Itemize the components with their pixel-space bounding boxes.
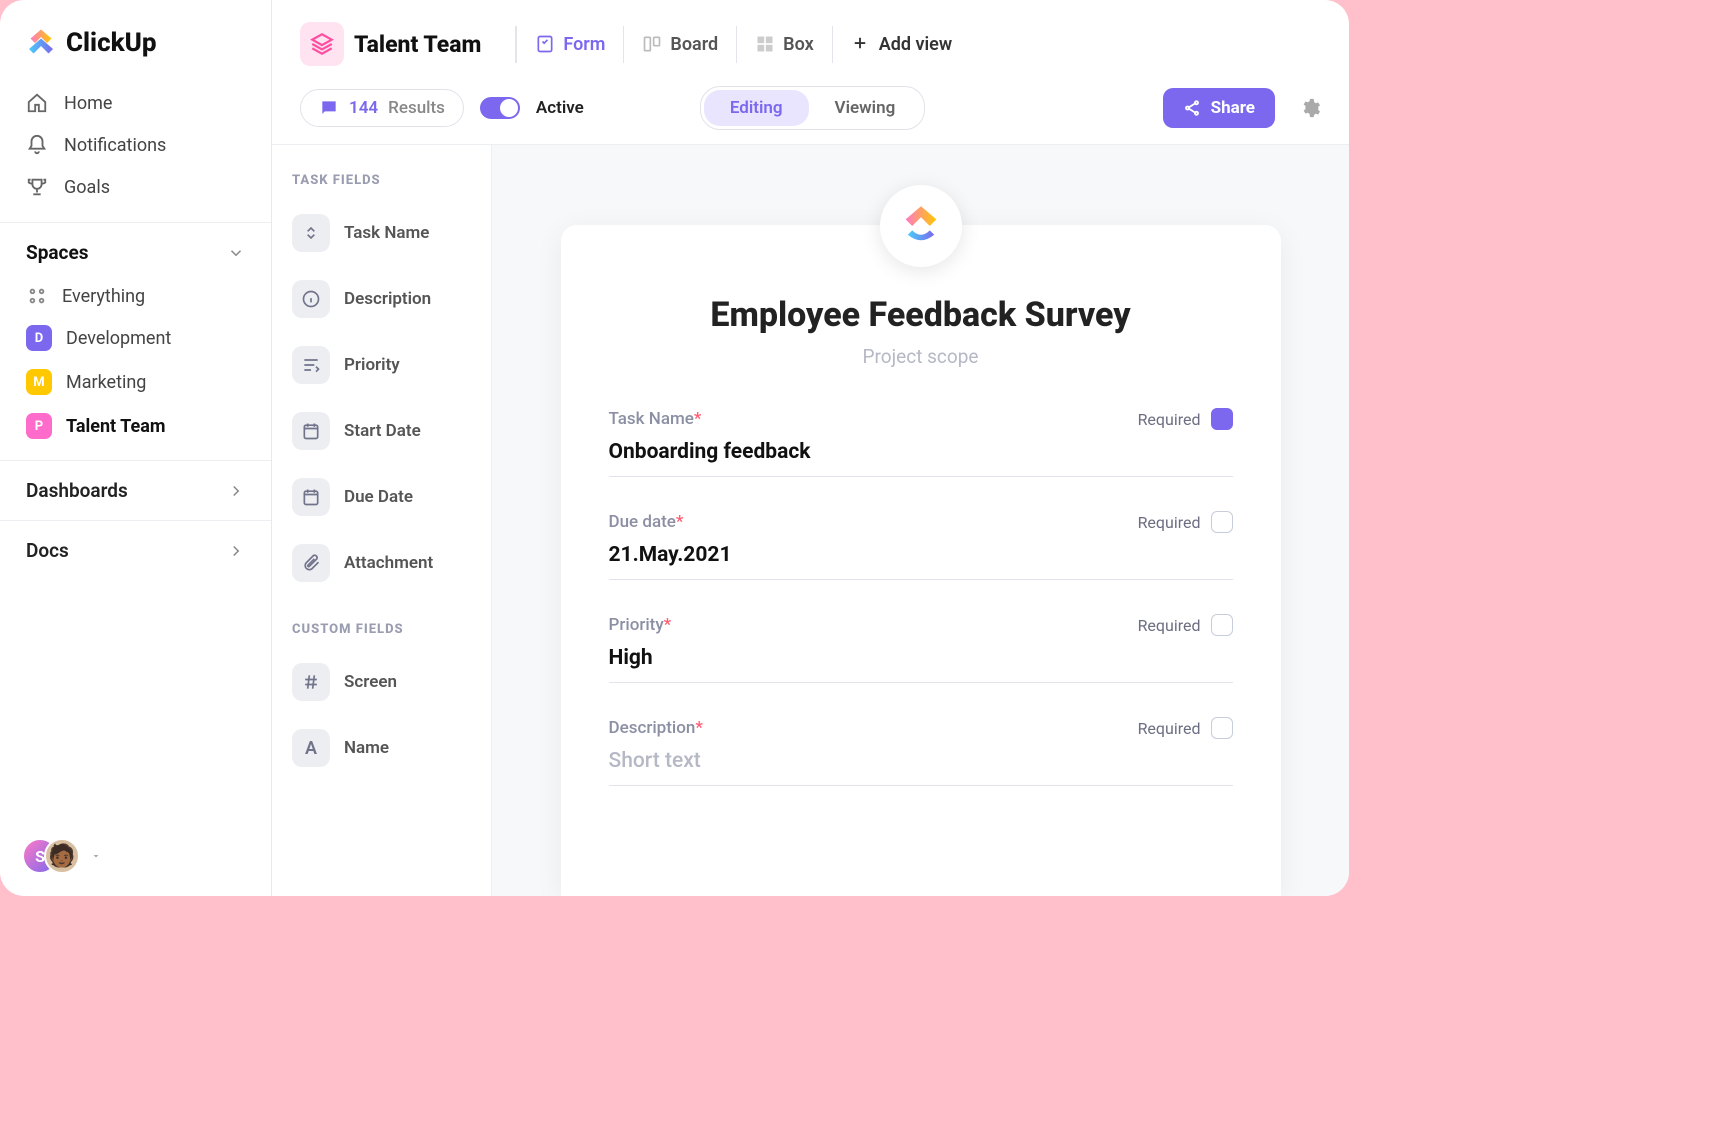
priority-icon — [292, 346, 330, 384]
spaces-header[interactable]: Spaces — [0, 223, 271, 272]
sidebar-item-development[interactable]: D Development — [10, 316, 261, 360]
settings-button[interactable] — [1299, 97, 1321, 119]
grid-icon — [26, 285, 48, 307]
logo-text: ClickUp — [66, 28, 157, 58]
field-value[interactable]: 21.May.2021 — [609, 533, 1233, 580]
required-checkbox[interactable] — [1211, 614, 1233, 636]
sidebar-item-everything[interactable]: Everything — [10, 276, 261, 316]
share-icon — [1183, 99, 1201, 117]
nav-label: Goals — [64, 177, 110, 198]
info-icon — [292, 280, 330, 318]
required-label: Required — [1138, 513, 1201, 532]
plus-icon — [851, 34, 871, 54]
task-name-icon — [292, 214, 330, 252]
active-toggle[interactable] — [480, 97, 520, 119]
trophy-icon — [26, 176, 48, 198]
required-label: Required — [1138, 410, 1201, 429]
nav-goals[interactable]: Goals — [10, 166, 261, 208]
nav-label: Notifications — [64, 135, 166, 156]
field-panel: TASK FIELDS Task Name Description Priori… — [272, 145, 492, 896]
chat-icon — [319, 98, 339, 118]
box-icon — [755, 34, 775, 54]
paperclip-icon — [292, 544, 330, 582]
space-badge: D — [26, 325, 52, 351]
toolbar: 144 Results Active Editing Viewing Share — [272, 76, 1349, 145]
required-checkbox[interactable] — [1211, 408, 1233, 430]
chevron-down-icon — [227, 244, 245, 262]
form-preview: Employee Feedback Survey Project scope T… — [492, 145, 1349, 896]
caret-down-icon — [90, 850, 102, 862]
field-value[interactable]: Onboarding feedback — [609, 430, 1233, 477]
nav-label: Home — [64, 93, 112, 114]
tab-box[interactable]: Box — [736, 26, 832, 63]
form-field[interactable]: Task Name* Required Onboarding feedback — [609, 408, 1233, 477]
form-field[interactable]: Description* Required Short text — [609, 717, 1233, 786]
field-attachment[interactable]: Attachment — [286, 530, 477, 596]
sidebar: ClickUp Home Notifications Goals — [0, 0, 272, 896]
add-view-button[interactable]: Add view — [832, 26, 970, 63]
bell-icon — [26, 134, 48, 156]
user-menu[interactable]: S 🧑🏾 — [0, 816, 271, 896]
sidebar-item-marketing[interactable]: M Marketing — [10, 360, 261, 404]
field-description[interactable]: Description — [286, 266, 477, 332]
required-checkbox[interactable] — [1211, 717, 1233, 739]
calendar-icon — [292, 412, 330, 450]
field-due-date[interactable]: Due Date — [286, 464, 477, 530]
logo[interactable]: ClickUp — [0, 0, 271, 78]
space-badge: M — [26, 369, 52, 395]
folder-title: Talent Team — [354, 31, 481, 58]
clickup-logo-icon — [26, 28, 56, 58]
field-screen[interactable]: Screen — [286, 649, 477, 715]
avatar: 🧑🏾 — [44, 838, 80, 874]
field-value[interactable]: Short text — [609, 739, 1233, 786]
tab-form[interactable]: Form — [515, 26, 623, 63]
nav-notifications[interactable]: Notifications — [10, 124, 261, 166]
share-button[interactable]: Share — [1163, 88, 1275, 128]
form-field[interactable]: Due date* Required 21.May.2021 — [609, 511, 1233, 580]
text-icon: A — [292, 729, 330, 767]
section-label: CUSTOM FIELDS — [286, 616, 477, 649]
chevron-right-icon — [227, 542, 245, 560]
field-task-name[interactable]: Task Name — [286, 200, 477, 266]
hash-icon — [292, 663, 330, 701]
form-subtitle[interactable]: Project scope — [609, 345, 1233, 368]
segment-viewing[interactable]: Viewing — [809, 90, 922, 126]
form-icon — [535, 34, 555, 54]
nav-home[interactable]: Home — [10, 82, 261, 124]
form-field[interactable]: Priority* Required High — [609, 614, 1233, 683]
toggle-label: Active — [536, 98, 584, 118]
form-logo[interactable] — [880, 185, 962, 267]
segment-editing[interactable]: Editing — [704, 90, 809, 126]
sidebar-item-docs[interactable]: Docs — [0, 520, 271, 580]
home-icon — [26, 92, 48, 114]
calendar-icon — [292, 478, 330, 516]
required-checkbox[interactable] — [1211, 511, 1233, 533]
results-button[interactable]: 144 Results — [300, 89, 464, 127]
required-label: Required — [1138, 616, 1201, 635]
sidebar-item-talent-team[interactable]: P Talent Team — [10, 404, 261, 448]
board-icon — [642, 34, 662, 54]
section-label: TASK FIELDS — [286, 167, 477, 200]
field-priority[interactable]: Priority — [286, 332, 477, 398]
folder-icon — [300, 22, 344, 66]
space-badge: P — [26, 413, 52, 439]
field-value[interactable]: High — [609, 636, 1233, 683]
chevron-right-icon — [227, 482, 245, 500]
mode-segment: Editing Viewing — [700, 86, 925, 130]
tab-board[interactable]: Board — [623, 26, 736, 63]
topbar: Talent Team Form Board Box Add view — [272, 0, 1349, 76]
sidebar-item-dashboards[interactable]: Dashboards — [0, 460, 271, 520]
field-start-date[interactable]: Start Date — [286, 398, 477, 464]
field-name[interactable]: A Name — [286, 715, 477, 781]
required-label: Required — [1138, 719, 1201, 738]
